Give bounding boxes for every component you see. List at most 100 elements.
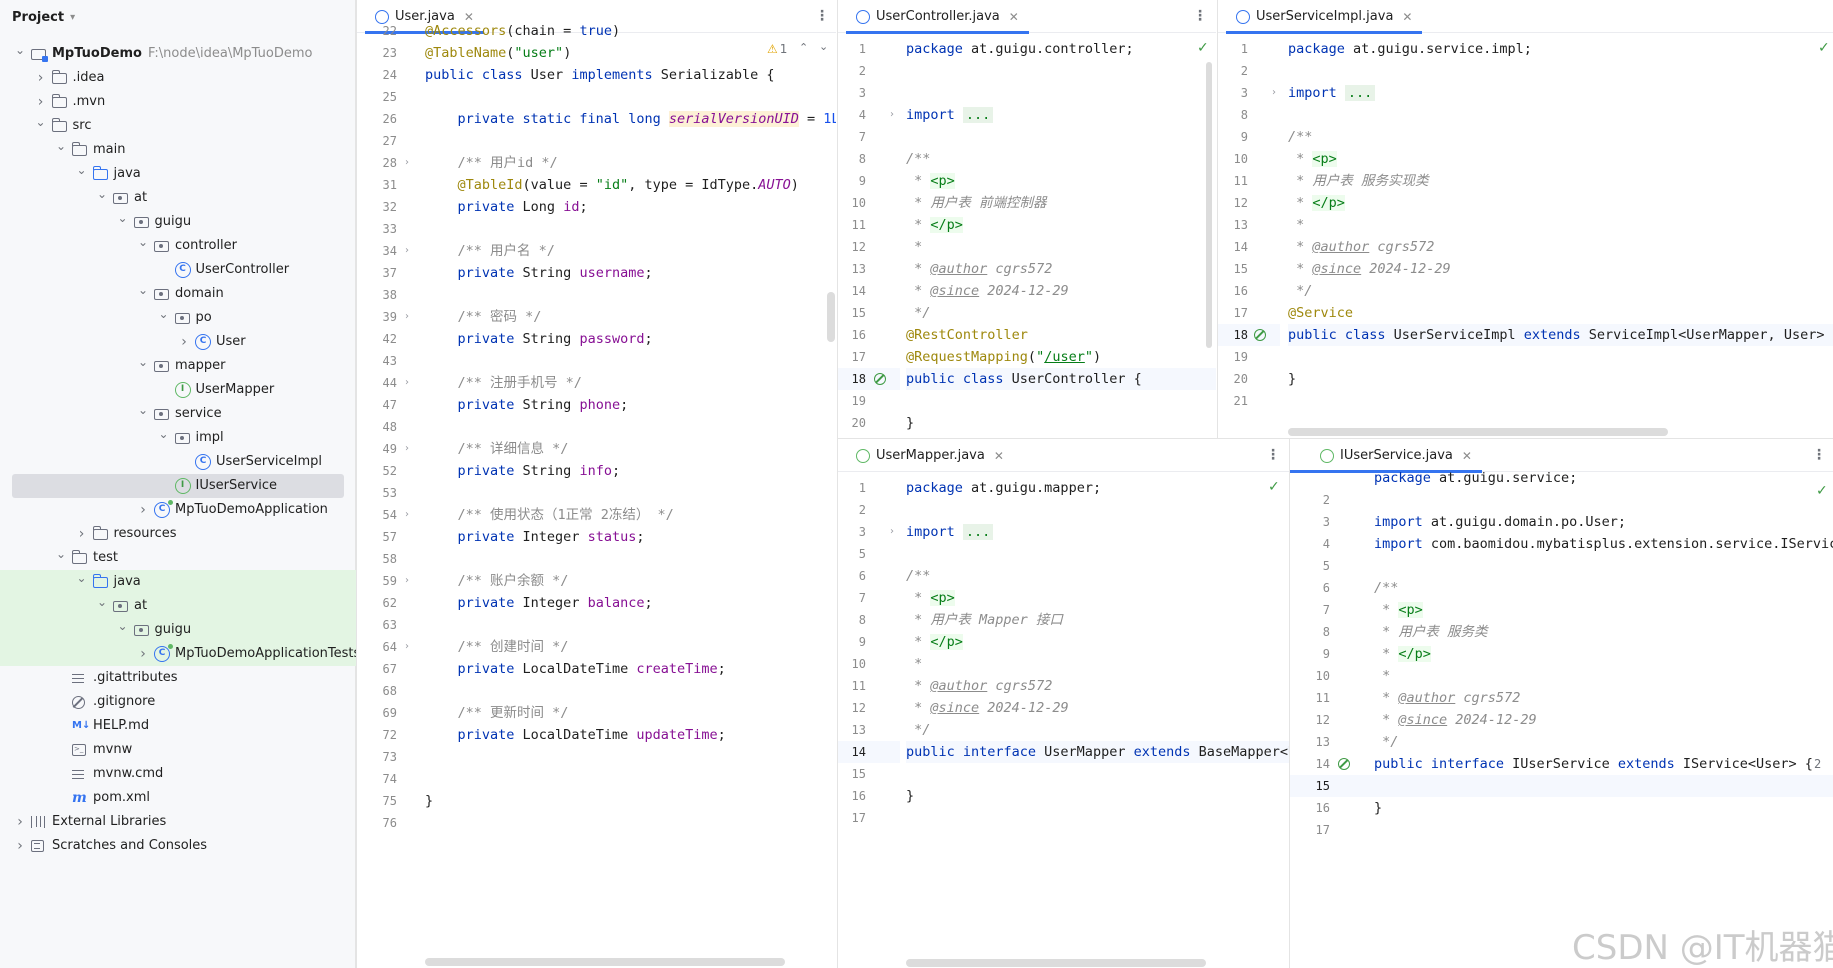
line-number[interactable]: 8 — [1290, 621, 1330, 643]
chevron-right-icon[interactable]: › — [14, 834, 26, 858]
code-area[interactable]: package at.guigu.service.impl; import ...… — [1288, 34, 1833, 438]
line-number[interactable]: 13 — [838, 719, 866, 741]
tree-item-test-java[interactable]: ⌄ java — [0, 570, 356, 594]
chevron-right-icon[interactable]: › — [14, 810, 26, 834]
tree-item-scratches[interactable]: › Scratches and Consoles — [0, 834, 356, 858]
line-number[interactable]: 39 — [357, 306, 397, 328]
chevron-down-icon[interactable]: ⌄ — [137, 230, 149, 254]
line-number[interactable]: 19 — [1218, 346, 1248, 368]
line-number[interactable]: 14 — [1290, 753, 1330, 775]
warning-icon[interactable]: ⚠ 1 — [767, 42, 787, 56]
line-number[interactable]: 11 — [838, 675, 866, 697]
close-icon[interactable]: ✕ — [1009, 10, 1019, 24]
chevron-down-icon[interactable]: ⌄ — [158, 422, 170, 446]
line-number[interactable]: 25 — [357, 86, 397, 108]
fold-toggle-icon[interactable]: › — [405, 372, 409, 394]
spring-bean-icon[interactable] — [874, 373, 886, 385]
line-number[interactable]: 4 — [1290, 533, 1330, 555]
line-number[interactable]: 1 — [838, 477, 866, 499]
chevron-down-icon[interactable]: ⌄ — [35, 110, 47, 134]
line-number[interactable]: 28 — [357, 152, 397, 174]
usage-count[interactable]: 2 — [1814, 757, 1821, 771]
tree-item-test-at[interactable]: ⌄ at — [0, 594, 356, 618]
tree-item-main[interactable]: ⌄ main — [0, 138, 356, 162]
editor-user-service-impl[interactable]: UserServiceImpl.java ✕ 1 2 3 8 9 10 11 12 13 14 15… — [1217, 0, 1833, 438]
line-number[interactable]: 37 — [357, 262, 397, 284]
line-number[interactable]: 15 — [1290, 775, 1330, 797]
line-number[interactable]: 34 — [357, 240, 397, 262]
line-number[interactable]: 31 — [357, 174, 397, 196]
tree-item-gitignore[interactable]: .gitignore — [0, 690, 356, 714]
tree-item-application-tests[interactable]: › C MpTuoDemoApplicationTests — [0, 642, 360, 666]
tree-item-controller[interactable]: ⌄ controller — [0, 234, 356, 258]
line-number[interactable]: 3 — [1290, 511, 1330, 533]
line-number[interactable]: 1 — [1218, 38, 1248, 60]
chevron-right-icon[interactable]: › — [76, 522, 88, 546]
line-number[interactable]: 9 — [838, 631, 866, 653]
tree-item-service[interactable]: ⌄ service — [0, 402, 356, 426]
line-number[interactable]: 4 — [838, 104, 866, 126]
more-options-icon[interactable]: ⋮ — [815, 8, 829, 24]
line-number[interactable]: 15 — [838, 302, 866, 324]
line-number[interactable]: 17 — [838, 807, 866, 829]
fold-toggle-icon[interactable]: › — [405, 504, 409, 526]
fold-toggle-icon[interactable]: › — [405, 636, 409, 658]
line-number[interactable]: 5 — [1290, 555, 1330, 577]
line-number[interactable]: 16 — [838, 785, 866, 807]
line-number[interactable]: 44 — [357, 372, 397, 394]
tree-item-project-root[interactable]: ⌄ MpTuoDemo F:\node\idea\MpTuoDemo — [0, 42, 356, 66]
tree-item-iuser-service[interactable]: I IUserService — [0, 474, 356, 498]
line-number[interactable]: 10 — [1290, 665, 1330, 687]
line-number[interactable]: 16 — [838, 324, 866, 346]
line-number[interactable]: 27 — [357, 130, 397, 152]
line-number[interactable]: 54 — [357, 504, 397, 526]
line-number[interactable]: 10 — [838, 192, 866, 214]
line-number[interactable]: 42 — [357, 328, 397, 350]
line-number[interactable]: 21 — [1218, 390, 1248, 412]
chevron-down-icon[interactable]: ⌄ — [55, 134, 67, 158]
line-number[interactable]: 73 — [357, 746, 397, 768]
spring-bean-icon[interactable] — [1338, 758, 1350, 770]
line-number[interactable]: 6 — [838, 565, 866, 587]
tree-item-mapper[interactable]: ⌄ mapper — [0, 354, 356, 378]
editor-user-mapper[interactable]: UserMapper.java ✕ ⋮ 1 2 3 5 6 7 8 9 10 11 12 13 14 15… — [837, 438, 1289, 968]
line-number[interactable]: 13 — [1218, 214, 1248, 236]
line-number[interactable]: 32 — [357, 196, 397, 218]
chevron-down-icon[interactable]: ⌄ — [96, 590, 108, 614]
tree-item-user-service-impl[interactable]: C UserServiceImpl — [0, 450, 356, 474]
line-number[interactable]: 68 — [357, 680, 397, 702]
tree-item-user[interactable]: › C User — [0, 330, 356, 354]
line-number[interactable]: 14 — [838, 741, 866, 763]
tree-item-idea[interactable]: › .idea — [0, 66, 356, 90]
tree-item-pom-xml[interactable]: m pom.xml — [0, 786, 356, 810]
chevron-right-icon[interactable]: › — [35, 66, 47, 90]
horizontal-scrollbar[interactable] — [1288, 428, 1668, 436]
chevron-right-icon[interactable]: › — [137, 498, 149, 522]
code-area[interactable]: package at.guigu.mapper; import ... /** * … — [906, 473, 1289, 968]
tree-item-mvnw-cmd[interactable]: mvnw.cmd — [0, 762, 356, 786]
line-number[interactable]: 63 — [357, 614, 397, 636]
line-number[interactable]: 7 — [1290, 599, 1330, 621]
fold-toggle-icon[interactable]: › — [890, 521, 894, 543]
line-number[interactable]: 10 — [838, 653, 866, 675]
line-number[interactable]: 7 — [838, 587, 866, 609]
tree-item-java[interactable]: ⌄ java — [0, 162, 356, 186]
chevron-down-icon[interactable]: ⌄ — [96, 182, 108, 206]
line-number[interactable]: 9 — [838, 170, 866, 192]
line-number[interactable]: 11 — [1290, 687, 1330, 709]
tree-item-gitattributes[interactable]: .gitattributes — [0, 666, 356, 690]
line-number[interactable]: 2 — [1290, 489, 1330, 511]
line-number[interactable]: 58 — [357, 548, 397, 570]
line-number[interactable]: 57 — [357, 526, 397, 548]
vertical-scrollbar[interactable] — [1206, 62, 1212, 348]
line-number[interactable]: 9 — [1218, 126, 1248, 148]
tree-item-application[interactable]: › C MpTuoDemoApplication — [0, 498, 356, 522]
editor-iuser-service[interactable]: IUserService.java ✕ ⋮ 2 3 4 5 6 7 8 9 10 11 12 13 14… — [1289, 438, 1833, 968]
fold-toggle-icon[interactable]: › — [1272, 82, 1276, 104]
horizontal-scrollbar[interactable] — [906, 959, 1206, 967]
line-number[interactable]: 53 — [357, 482, 397, 504]
tree-item-at[interactable]: ⌄ at — [0, 186, 356, 210]
line-number[interactable]: 33 — [357, 218, 397, 240]
chevron-down-icon[interactable]: ⌄ — [76, 158, 88, 182]
line-number[interactable]: 1 — [838, 38, 866, 60]
